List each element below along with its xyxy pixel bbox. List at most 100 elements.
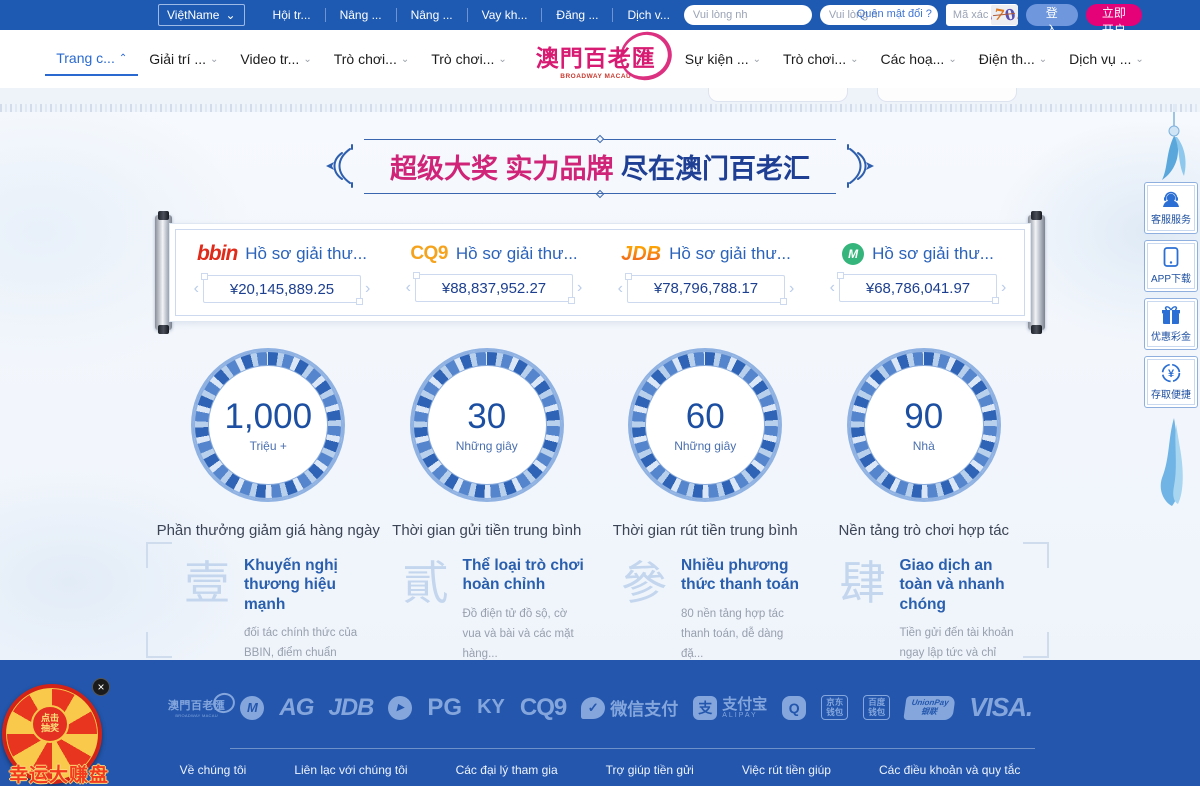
flourish-right-icon bbox=[846, 143, 880, 189]
sidebar-customer-service-button[interactable]: 客服服务 bbox=[1144, 182, 1198, 234]
logo-text: AG bbox=[279, 694, 313, 722]
nav-item-label: Điện th... bbox=[979, 51, 1035, 67]
chevron-down-icon: ⌄ bbox=[225, 8, 235, 22]
jackpot-label: Hồ sơ giải thư... bbox=[669, 244, 791, 264]
sidebar-promotions-button[interactable]: 优惠彩金 bbox=[1144, 298, 1198, 350]
nav-substrip bbox=[0, 88, 1200, 104]
stat-withdraw-time: 60 Những giây Thời gian rút tiền trung b… bbox=[596, 350, 815, 539]
nav-item-promotions[interactable]: Các hoạ... ⌄ bbox=[870, 42, 968, 76]
feature-brand: 壹 Khuyến nghị thương hiệu mạnh đối tác c… bbox=[160, 552, 379, 652]
logo-text: PG bbox=[427, 694, 462, 722]
nav-item-games-1[interactable]: Trò chơi... ⌄ bbox=[323, 42, 421, 76]
jackpot-item-cq9[interactable]: CQ9 Hồ sơ giải thư... ‹ ¥88,837,952.27 › bbox=[388, 230, 600, 315]
jackpot-item-jdb[interactable]: JDB Hồ sơ giải thư... ‹ ¥78,796,788.17 › bbox=[600, 230, 812, 315]
ornament-right-icon: › bbox=[365, 280, 370, 298]
logo-text: 银联 bbox=[921, 707, 938, 716]
yen-circle-icon: ¥ bbox=[1161, 363, 1181, 383]
nav-item-services[interactable]: Dịch vụ ... ⌄ bbox=[1058, 42, 1155, 76]
footer-divider bbox=[230, 748, 1035, 749]
forgot-password-link[interactable]: Quên mật đổi ? bbox=[857, 8, 932, 20]
language-label: ViệtName bbox=[167, 8, 219, 22]
sidebar-app-download-button[interactable]: APP下载 bbox=[1144, 240, 1198, 292]
chevron-down-icon: ⌄ bbox=[1135, 54, 1143, 65]
footer-link-about[interactable]: Về chúng tôi bbox=[180, 763, 247, 777]
sidebar-deposit-button[interactable]: ¥ 存取便捷 bbox=[1144, 356, 1198, 408]
stat-deposit-time: 30 Những giây Thời gian gửi tiền trung b… bbox=[378, 350, 597, 539]
stat-caption: Thời gian rút tiền trung bình bbox=[613, 522, 798, 539]
site-logo[interactable]: 澳門百老匯 BROADWAY MACAU bbox=[536, 39, 656, 80]
captcha-field[interactable]: Mã xác 2 7 0 3 bbox=[946, 4, 1018, 26]
topbar-link-nang-2[interactable]: Nâng ... bbox=[396, 8, 467, 22]
corner-ornament-icon bbox=[1023, 542, 1049, 568]
mw-icon: M bbox=[240, 696, 264, 720]
footer-link-contact[interactable]: Liên lạc với chúng tôi bbox=[294, 763, 407, 777]
chevron-down-icon: ⌄ bbox=[303, 54, 311, 65]
features-section: 壹 Khuyến nghị thương hiệu mạnh đối tác c… bbox=[160, 552, 1035, 652]
topbar-auth: Quên mật đổi ? Mã xác 2 7 0 3 登入 立即开户 bbox=[684, 4, 1142, 26]
lucky-wheel-ad[interactable]: 点击 抽奖 幸运大赚盘 × bbox=[0, 674, 118, 786]
jackpot-label: Hồ sơ giải thư... bbox=[872, 244, 994, 264]
nav-item-video[interactable]: Video tr... ⌄ bbox=[229, 42, 322, 76]
wheel-spin-button[interactable]: 点击 抽奖 bbox=[31, 705, 69, 743]
login-button[interactable]: 登入 bbox=[1026, 4, 1078, 26]
jackpot-item-mw[interactable]: M Hồ sơ giải thư... ‹ ¥68,786,041.97 › bbox=[812, 230, 1024, 315]
nav-item-events[interactable]: Sự kiện ... ⌄ bbox=[674, 42, 772, 76]
banner-headline-accent: 超级大奖 实力品牌 bbox=[390, 154, 614, 184]
cq9-logo: CQ9 bbox=[520, 694, 566, 722]
nav-item-mobile[interactable]: Điện th... ⌄ bbox=[968, 42, 1058, 76]
nav-item-home[interactable]: Trang c... ⌃ bbox=[45, 42, 138, 76]
stat-caption: Nền tảng trò chơi hợp tác bbox=[838, 522, 1009, 539]
footer-link-withdraw-help[interactable]: Việc rút tiền giúp bbox=[742, 763, 831, 777]
register-button[interactable]: 立即开户 bbox=[1086, 4, 1142, 26]
chevron-down-icon: ⌄ bbox=[210, 54, 218, 65]
baidu-wallet-logo: 百度钱包 bbox=[863, 695, 890, 721]
footer-link-deposit-help[interactable]: Trợ giúp tiền gửi bbox=[606, 763, 694, 777]
footer-link-terms[interactable]: Các điều khoản và quy tắc bbox=[879, 763, 1020, 777]
captcha-placeholder: Mã xác bbox=[953, 9, 988, 21]
unionpay-logo: UnionPay银联 bbox=[905, 696, 954, 720]
logo-text: 微信支付 bbox=[610, 695, 678, 720]
nav-item-games-3[interactable]: Trò chơi... ⌄ bbox=[772, 42, 870, 76]
seal-four-icon: 肆 bbox=[840, 556, 886, 652]
jackpot-frame: bbin Hồ sơ giải thư... ‹ ¥20,145,889.25 … bbox=[175, 229, 1025, 316]
topbar-link-vay[interactable]: Vay kh... bbox=[467, 8, 542, 22]
jackpot-label: Hồ sơ giải thư... bbox=[245, 244, 367, 264]
alipay-icon: 支 bbox=[693, 696, 717, 720]
porcelain-ring-icon: 60 Những giây bbox=[630, 350, 780, 500]
ag-logo: AG bbox=[279, 694, 313, 722]
topbar-link-nang-1[interactable]: Nâng ... bbox=[325, 8, 396, 22]
username-input[interactable] bbox=[684, 5, 812, 25]
captcha-image[interactable]: 2 7 0 3 bbox=[991, 5, 1017, 25]
stat-value: 1,000 bbox=[224, 397, 312, 437]
jackpot-paper: bbin Hồ sơ giải thư... ‹ ¥20,145,889.25 … bbox=[169, 223, 1031, 322]
play-icon: ▶ bbox=[388, 696, 412, 720]
jackpot-item-bbin[interactable]: bbin Hồ sơ giải thư... ‹ ¥20,145,889.25 … bbox=[176, 230, 388, 315]
logo-text: UnionPay bbox=[911, 698, 949, 707]
porcelain-ring-icon: 1,000 Triệu + bbox=[193, 350, 343, 500]
broadway-macau-logo: 澳門百老匯 BROADWAY MACAU bbox=[168, 697, 226, 718]
topbar-link-dich-vu[interactable]: Dịch v... bbox=[612, 8, 683, 22]
topbar-link-dang[interactable]: Đăng ... bbox=[541, 8, 612, 22]
feather-ornament-icon bbox=[1150, 418, 1194, 508]
feature-title: Nhiều phương thức thanh toán bbox=[681, 556, 806, 595]
jackpot-label: Hồ sơ giải thư... bbox=[456, 244, 578, 264]
headset-icon bbox=[1161, 190, 1181, 208]
chevron-down-icon: ⌄ bbox=[948, 54, 956, 65]
nav-item-label: Sự kiện ... bbox=[685, 51, 749, 67]
topbar-link-hoi-tro[interactable]: Hội tr... bbox=[259, 8, 325, 22]
feature-title: Thể loại trò chơi hoàn chỉnh bbox=[463, 556, 588, 595]
language-select[interactable]: ViệtName ⌄ bbox=[158, 4, 245, 26]
nav-item-label: Video tr... bbox=[240, 51, 299, 67]
footer-link-agents[interactable]: Các đại lý tham gia bbox=[456, 763, 558, 777]
bbin-logo: bbin bbox=[197, 242, 237, 266]
ornament-left-icon: ‹ bbox=[406, 279, 411, 297]
banner-headline: 超级大奖 实力品牌 尽在澳门百老汇 bbox=[390, 154, 810, 184]
nav-item-entertainment[interactable]: Giải trí ... ⌄ bbox=[138, 42, 229, 76]
ornament-left-icon: ‹ bbox=[194, 280, 199, 298]
nav-item-games-2[interactable]: Trò chơi... ⌄ bbox=[420, 42, 518, 76]
feature-title: Khuyến nghị thương hiệu mạnh bbox=[244, 556, 369, 614]
logo-text: KY bbox=[477, 696, 505, 719]
logo-text: VISA. bbox=[969, 692, 1032, 723]
close-icon[interactable]: × bbox=[92, 678, 110, 696]
logo-text: 钱包 bbox=[826, 707, 843, 717]
